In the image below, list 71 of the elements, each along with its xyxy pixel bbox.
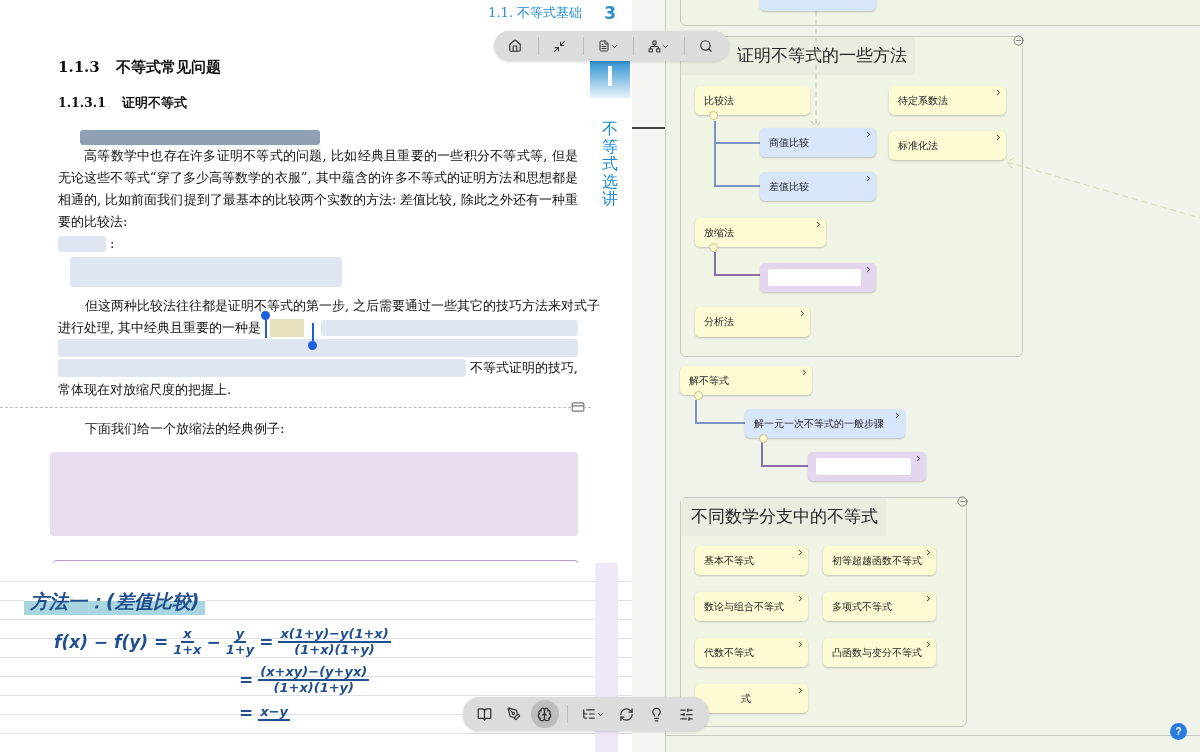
colon: :	[110, 235, 115, 253]
running-header: 1.1. 不等式基础	[488, 4, 583, 22]
subsection-number: 1.1.3.1	[58, 94, 106, 112]
chevron-icon[interactable]	[924, 548, 933, 557]
chevron-icon[interactable]	[796, 594, 805, 603]
handwritten-text: =	[259, 632, 274, 652]
mind-map-node[interactable]: 比较法	[695, 86, 810, 115]
handwritten-text: f(x) − f(y) =	[54, 632, 169, 652]
handwritten-fraction: y 1+y	[225, 627, 255, 657]
collapse-icon[interactable]	[957, 496, 968, 507]
mind-map-node[interactable]: 凸函数与变分不等式	[823, 638, 936, 667]
mind-map-node[interactable]: 初等超越函数不等式	[823, 546, 936, 575]
subsection-title: 证明不等式	[121, 94, 187, 112]
mind-map-node[interactable]: 标准化法	[889, 131, 1006, 160]
mind-map-node[interactable]: 分析法	[695, 307, 810, 337]
chevron-icon[interactable]	[800, 368, 809, 377]
handwritten-fraction: (x+xy)−(y+yx) (1+x)(1+y)	[258, 665, 370, 695]
chevron-icon[interactable]	[814, 220, 823, 229]
chevron-icon[interactable]	[864, 265, 873, 274]
mind-map-node[interactable]: 解一元一次不等式的一般步骤	[745, 409, 905, 438]
connector-line	[714, 251, 761, 276]
chevron-icon[interactable]	[994, 133, 1003, 142]
connector-line	[714, 120, 761, 187]
chevron-icon[interactable]	[796, 640, 805, 649]
paragraph-line: 下面我们给一个放缩法的经典例子:	[85, 420, 285, 438]
handwritten-text: =	[239, 670, 254, 690]
mind-map-node[interactable]: 解不等式	[680, 366, 812, 395]
handwritten-text: =	[239, 703, 254, 723]
paragraph-line: 但这两种比较法往往都是证明不等式的第一步, 之后需要通过一些其它的技巧方法来对式子	[85, 297, 601, 315]
card-icon[interactable]	[571, 400, 585, 414]
chevron-icon[interactable]	[796, 686, 805, 695]
section-title: 不等式常见问题	[115, 57, 221, 78]
chevron-icon[interactable]	[924, 594, 933, 603]
paragraph: 高等数学中也存在许多证明不等式的问题, 比如经典且重要的一些积分不等式等, 但是无论这些不等式“穿了多少高等数学的衣服”, 其中蕴含的许多不等式的证明方法和思想都是相通的, 比如前面我们提到了最基本的比较两个实数的方法: 差值比较, 除此之外还有一种重要的比较法:	[58, 147, 578, 231]
paragraph-line: 进行处理, 其中经典且重要的一种是	[58, 319, 262, 337]
chevron-icon[interactable]	[798, 309, 807, 318]
handwritten-fraction: x(1+y)−y(1+x) (1+x)(1+y)	[278, 627, 391, 657]
collapse-icon[interactable]	[1013, 35, 1024, 46]
connector-line	[761, 441, 809, 467]
mind-map-node[interactable]: 放缩法	[695, 218, 826, 247]
chevron-icon[interactable]	[864, 130, 873, 139]
mind-map-node[interactable]: 商值比较	[760, 128, 876, 157]
chevron-icon[interactable]	[924, 640, 933, 649]
side-tab-header[interactable]	[590, 60, 630, 98]
handwritten-fraction: x−y	[258, 705, 290, 721]
handwritten-text: −	[206, 632, 221, 652]
blurred-text	[58, 236, 106, 252]
mind-map-node[interactable]: 代数不等式	[695, 638, 808, 667]
paragraph-line: 常体现在对放缩尺度的把握上.	[58, 381, 232, 399]
section-number: 1.1.3	[58, 57, 100, 78]
selection-handle[interactable]	[261, 310, 271, 338]
mind-map-node[interactable]: 待定系数法	[889, 86, 1006, 115]
chevron-icon[interactable]	[893, 411, 902, 420]
mind-map-node[interactable]: 多项式不等式	[823, 592, 936, 621]
image-node[interactable]	[808, 452, 926, 481]
side-tab-label[interactable]: 不等式选讲	[602, 120, 618, 208]
mind-map-node[interactable]: 基本不等式	[695, 546, 808, 575]
chevron-icon[interactable]	[994, 88, 1003, 97]
chevron-icon[interactable]	[864, 174, 873, 183]
page-number: 3	[604, 3, 616, 23]
mind-map-node[interactable]: 式	[695, 684, 808, 713]
image-node[interactable]	[760, 263, 876, 292]
chevron-icon[interactable]	[796, 548, 805, 557]
mind-map-node[interactable]: 差值比较	[760, 172, 876, 201]
brain-icon[interactable]	[531, 700, 559, 728]
group-title: 不同数学分支中的不等式	[681, 498, 886, 536]
handwritten-fraction: x 1+x	[173, 627, 202, 657]
connector-line	[695, 399, 746, 424]
paragraph-line: 不等式证明的技巧,	[469, 359, 578, 377]
chevron-icon[interactable]	[914, 454, 923, 463]
mind-map-node[interactable]: 数论与组合不等式	[695, 592, 808, 621]
